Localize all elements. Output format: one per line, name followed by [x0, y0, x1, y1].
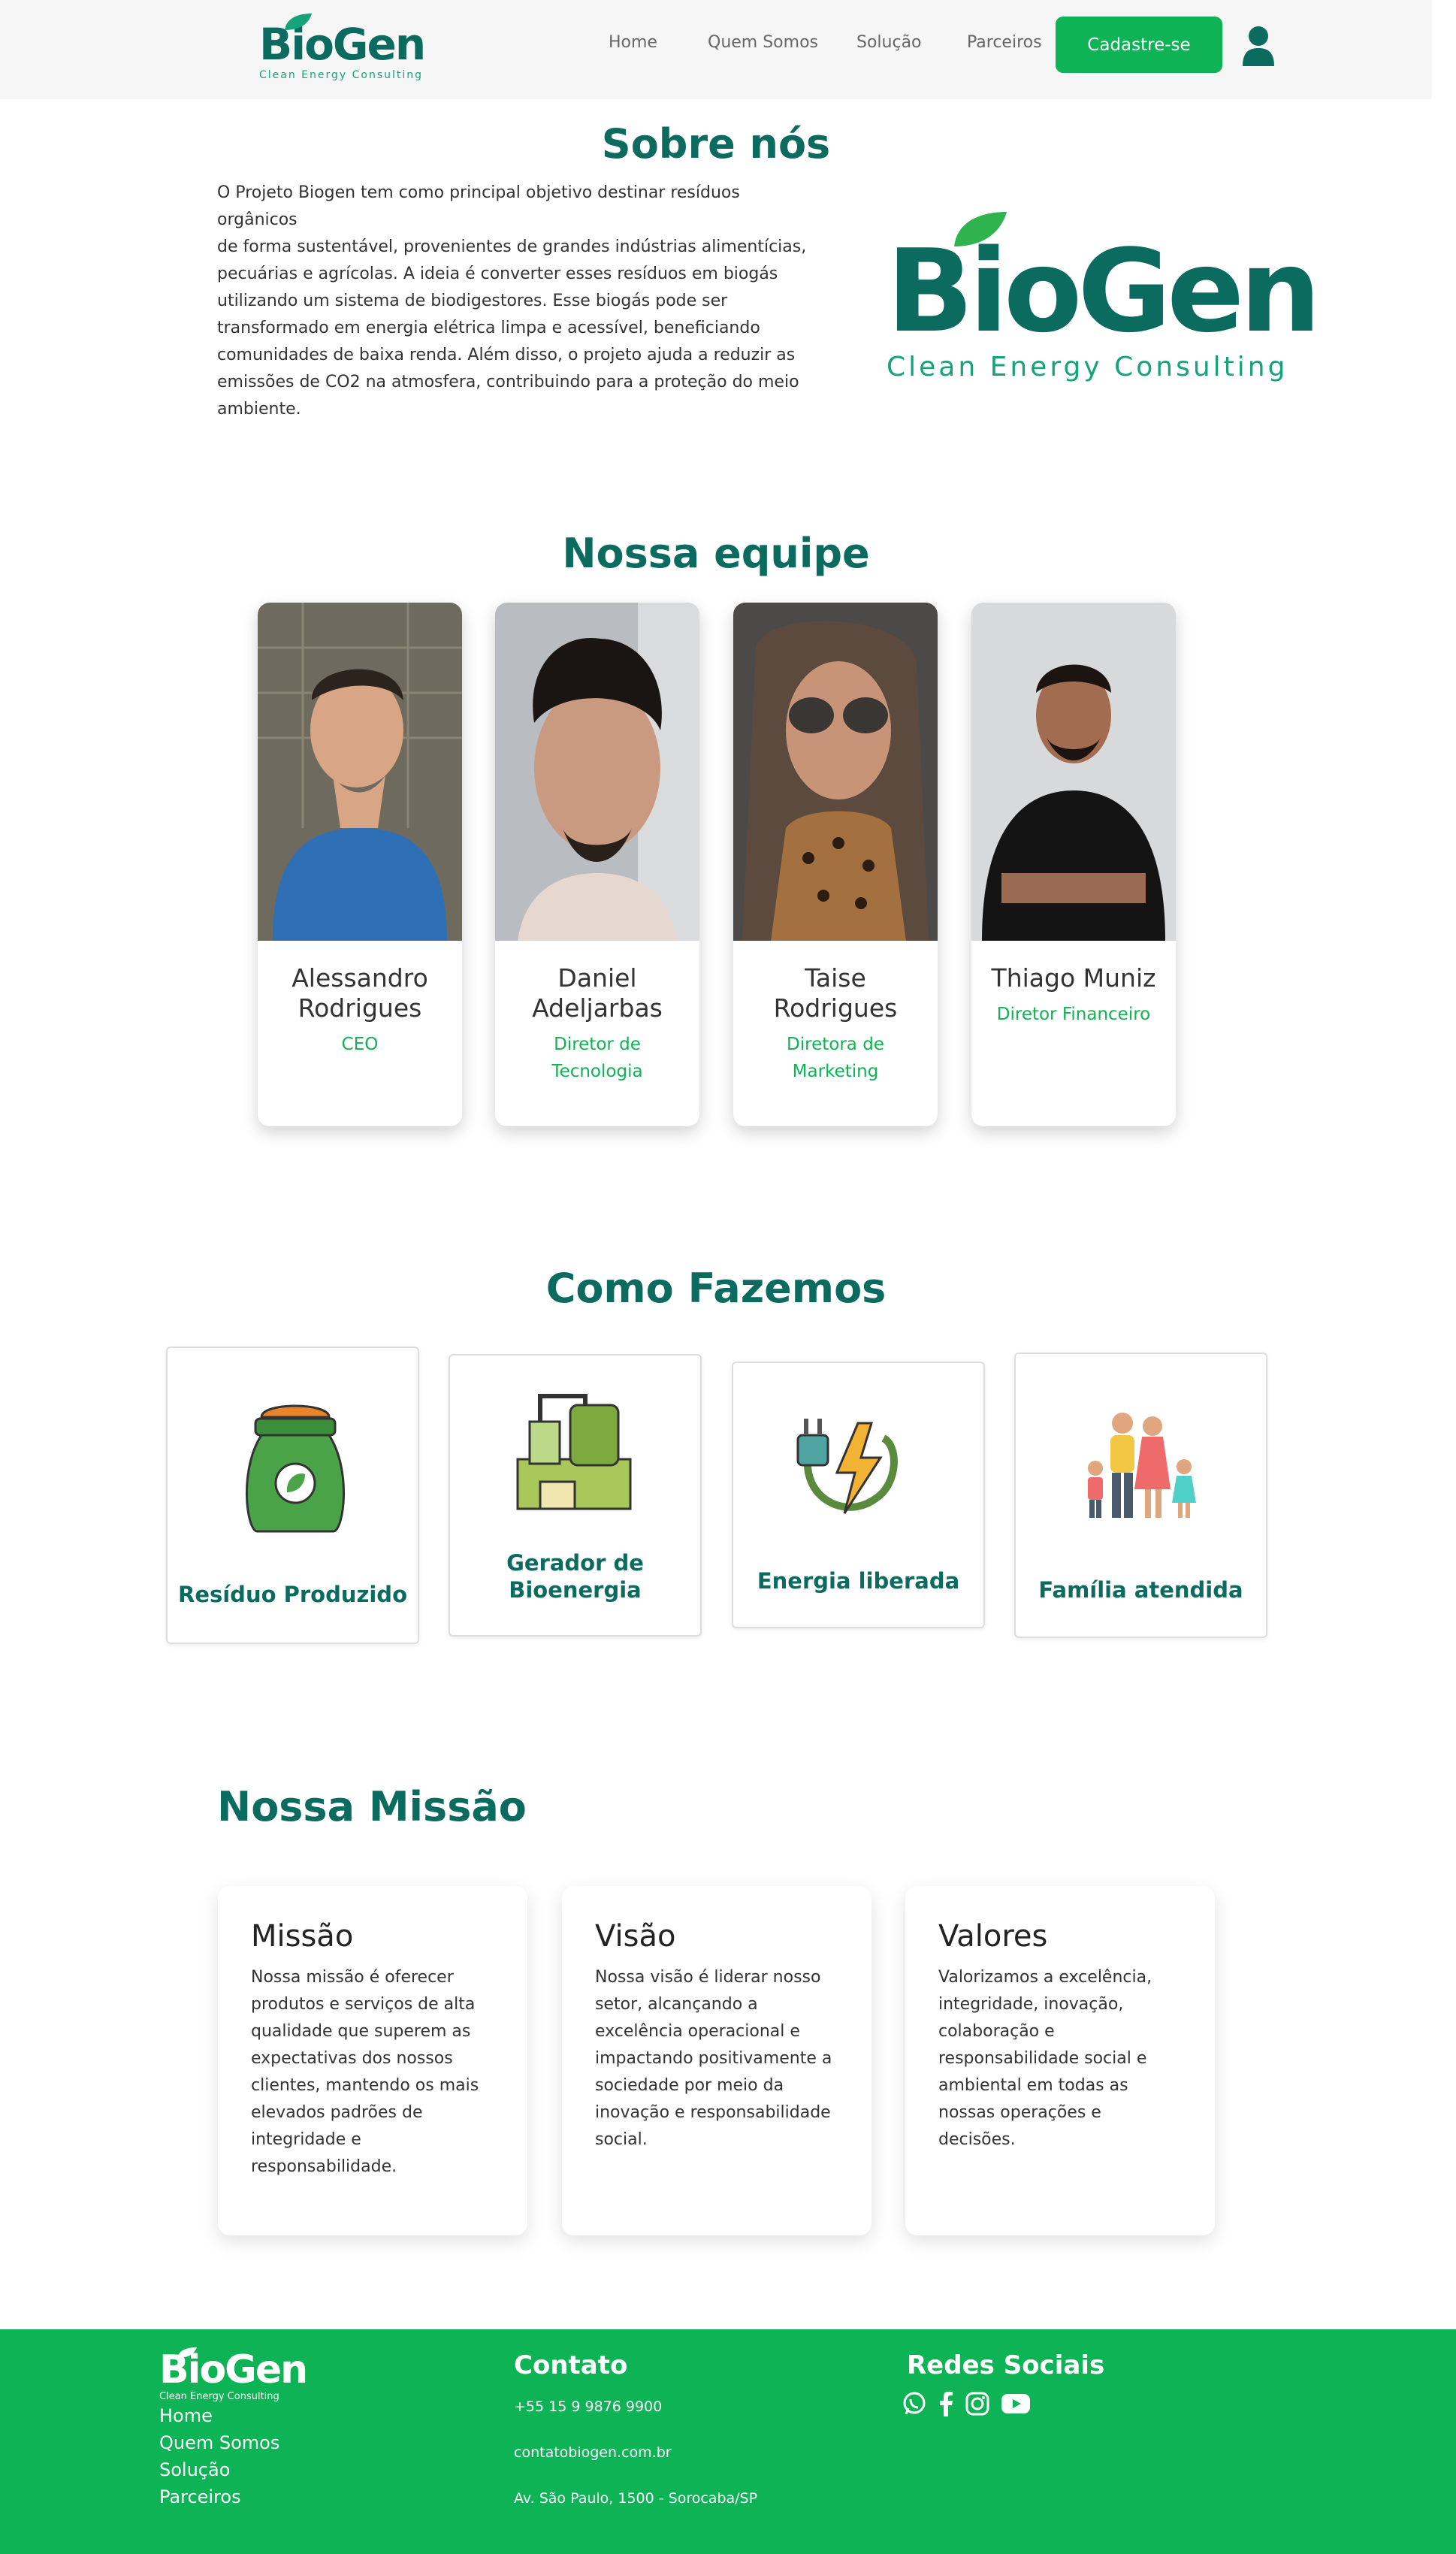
nav-parceiros[interactable]: Parceiros: [967, 33, 1042, 52]
whatsapp-icon[interactable]: [902, 2391, 927, 2416]
mission-card-title: Missão: [251, 1919, 354, 1954]
leaf-icon: [177, 2347, 197, 2358]
process-card: Energia liberada: [732, 1362, 985, 1628]
site-footer: BioGen Clean Energy Consulting Home Quem…: [0, 2329, 1456, 2554]
member-name: Daniel Adeljarbas: [532, 963, 663, 1023]
member-role: Diretora de Marketing: [787, 1035, 884, 1081]
header-logo[interactable]: BioGen Clean Energy Consulting: [259, 12, 426, 81]
bioenergy-plant-icon: [516, 1394, 632, 1510]
contact-address: Av. São Paulo, 1500 - Sorocaba/SP: [514, 2490, 758, 2507]
footer-link-quem-somos[interactable]: Quem Somos: [159, 2429, 279, 2456]
sobre-text: O Projeto Biogen tem como principal obje…: [217, 180, 818, 423]
member-role: Diretor Financeiro: [996, 1005, 1151, 1024]
member-name: Alessandro Rodrigues: [292, 963, 428, 1023]
team-photo: [733, 603, 938, 941]
vision-card-title: Visão: [595, 1919, 676, 1954]
user-icon[interactable]: [1241, 26, 1276, 68]
process-card: Gerador de Bioenergia: [449, 1354, 702, 1637]
team-card: Daniel Adeljarbas Diretor de Tecnologia: [495, 603, 699, 1126]
site-header: BioGen Clean Energy Consulting Home Quem…: [0, 0, 1432, 99]
family-icon: [1088, 1413, 1196, 1518]
contact-phone: +55 15 9 9876 9900: [514, 2398, 663, 2415]
contato-title: Contato: [514, 2350, 628, 2380]
missao-title: Nossa Missão: [217, 1783, 527, 1830]
process-label: Família atendida: [1038, 1577, 1243, 1603]
logo-large-text: BioGen: [887, 225, 1321, 358]
youtube-icon[interactable]: [1001, 2392, 1031, 2415]
sobre-line: de forma sustentável, provenientes de gr…: [217, 237, 807, 256]
footer-link-parceiros[interactable]: Parceiros: [159, 2483, 279, 2510]
sobre-line: pecuárias e agrícolas. A ideia é convert…: [217, 264, 778, 283]
values-card: Valores Valorizamos a excelência, integr…: [905, 1886, 1215, 2235]
social-links: [902, 2391, 1031, 2416]
footer-link-home[interactable]: Home: [159, 2402, 279, 2429]
footer-links: Home Quem Somos Solução Parceiros: [159, 2402, 279, 2510]
member-name: Taise Rodrigues: [773, 963, 898, 1023]
energy-plug-icon: [796, 1419, 898, 1514]
nav-solucao[interactable]: Solução: [856, 33, 922, 52]
process-label: Resíduo Produzido: [177, 1582, 407, 1607]
vision-card-body: Nossa visão é liderar nosso setor, alcan…: [595, 1968, 832, 2149]
nav-home[interactable]: Home: [609, 33, 657, 52]
facebook-icon[interactable]: [938, 2391, 954, 2416]
vision-card: Visão Nossa visão é liderar nosso setor,…: [562, 1886, 871, 2235]
footer-link-solucao[interactable]: Solução: [159, 2456, 279, 2483]
waste-bag-icon: [245, 1404, 346, 1533]
signup-button[interactable]: Cadastre-se: [1056, 17, 1222, 73]
team-photo: [971, 603, 1176, 941]
process-card: Família atendida: [1014, 1353, 1267, 1638]
instagram-icon[interactable]: [965, 2391, 990, 2416]
values-card-title: Valores: [938, 1919, 1048, 1954]
sobre-title: Sobre nós: [601, 120, 831, 168]
biogen-logo-large: BioGen Clean Energy Consulting: [887, 209, 1321, 382]
equipe-title: Nossa equipe: [562, 530, 870, 577]
logo-large-sub: Clean Energy Consulting: [887, 352, 1288, 382]
process-label: Energia liberada: [757, 1568, 960, 1594]
header-logo-sub: Clean Energy Consulting: [259, 69, 424, 81]
contact-email[interactable]: contatobiogen.com.br: [514, 2444, 672, 2461]
member-role: CEO: [341, 1035, 379, 1054]
leaf-icon: [285, 14, 312, 30]
member-name: Thiago Muniz: [991, 963, 1156, 993]
redes-title: Redes Sociais: [907, 2350, 1105, 2380]
sobre-line: emissões de CO2 na atmosfera, contribuin…: [217, 373, 799, 391]
sobre-line: ambiente.: [217, 400, 301, 419]
team-photo: [258, 603, 462, 941]
sobre-line: O Projeto Biogen tem como principal obje…: [217, 183, 740, 229]
sobre-line: utilizando um sistema de biodigestores. …: [217, 292, 728, 310]
values-card-body: Valorizamos a excelência, integridade, i…: [938, 1968, 1152, 2149]
sobre-line: transformado em energia elétrica limpa e…: [217, 319, 760, 337]
footer-logo-sub: Clean Energy Consulting: [159, 2391, 279, 2402]
leaf-icon: [954, 212, 1007, 246]
member-role: Diretor de Tecnologia: [551, 1035, 643, 1081]
mission-card-body: Nossa missão é oferecer produtos e servi…: [251, 1968, 479, 2176]
process-label: Gerador de Bioenergia: [506, 1550, 644, 1603]
footer-logo[interactable]: BioGen Clean Energy Consulting: [159, 2347, 308, 2402]
como-title: Como Fazemos: [545, 1265, 887, 1312]
mission-card: Missão Nossa missão é oferecer produtos …: [218, 1886, 527, 2235]
team-card: Alessandro Rodrigues CEO: [258, 603, 462, 1126]
nav-quem-somos[interactable]: Quem Somos: [708, 33, 818, 52]
team-card: Thiago Muniz Diretor Financeiro: [971, 603, 1176, 1126]
process-card: Resíduo Produzido: [166, 1347, 419, 1644]
sobre-line: comunidades de baixa renda. Além disso, …: [217, 346, 796, 364]
team-card: Taise Rodrigues Diretora de Marketing: [733, 603, 938, 1126]
team-photo: [495, 603, 699, 941]
